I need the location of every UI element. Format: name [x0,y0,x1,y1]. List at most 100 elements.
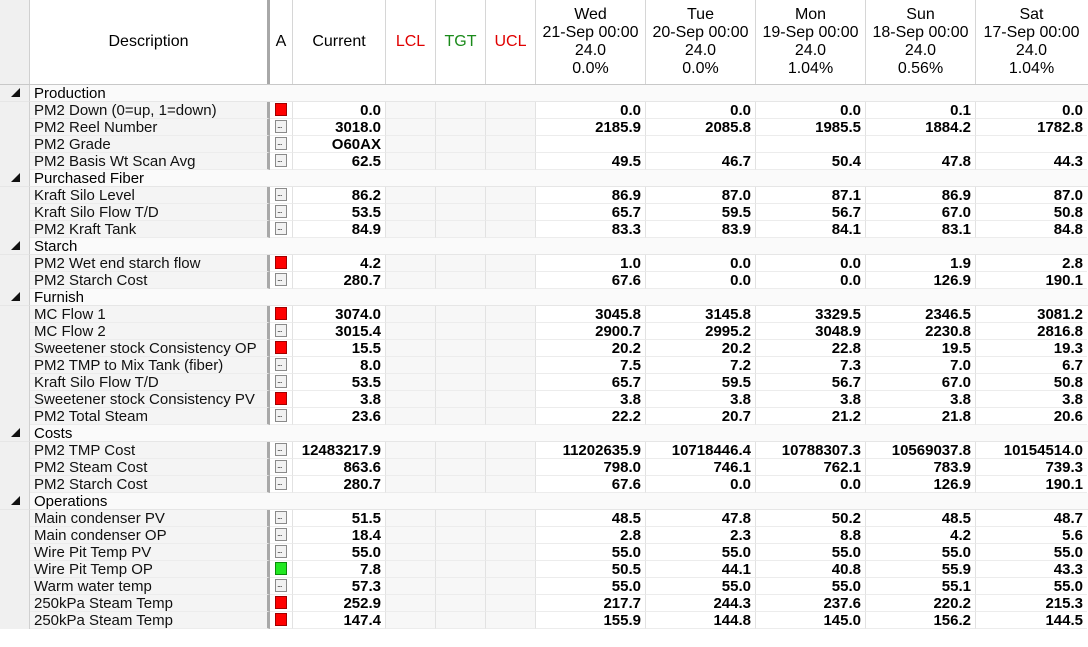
cell-day-1[interactable]: 50.5 [536,561,646,578]
table-row[interactable]: Sweetener stock Consistency PV 3.8 3.8 3.8 3… [0,391,1088,408]
cell-day-1[interactable]: 2185.9 [536,119,646,136]
cell-lcl[interactable] [386,323,436,340]
details-button[interactable] [275,272,287,287]
cell-day-5[interactable]: 10154514.0 [976,442,1087,459]
cell-description[interactable]: PM2 Total Steam [30,408,270,425]
cell-description[interactable]: 250kPa Steam Temp [30,612,270,629]
cell-lcl[interactable] [386,578,436,595]
cell-day-4[interactable]: 220.2 [866,595,976,612]
column-header-day-2[interactable]: Tue 20-Sep 00:00 24.0 0.0% [646,0,756,84]
cell-day-2[interactable]: 55.0 [646,544,756,561]
details-button[interactable] [275,136,287,151]
details-button[interactable] [275,323,287,338]
cell-lcl[interactable] [386,510,436,527]
column-header-alarm[interactable]: A [270,0,293,84]
cell-description[interactable]: Kraft Silo Flow T/D [30,204,270,221]
cell-day-1[interactable]: 1.0 [536,255,646,272]
cell-lcl[interactable] [386,255,436,272]
cell-day-4[interactable]: 67.0 [866,204,976,221]
cell-ucl[interactable] [486,153,536,170]
table-row[interactable]: PM2 Total Steam 23.6 22.220.721.221.820.6 [0,408,1088,425]
details-button[interactable] [275,374,287,389]
cell-day-5[interactable]: 43.3 [976,561,1087,578]
details-button[interactable] [275,357,287,372]
cell-tgt[interactable] [436,306,486,323]
cell-day-4[interactable]: 156.2 [866,612,976,629]
cell-tgt[interactable] [436,391,486,408]
cell-tgt[interactable] [436,187,486,204]
column-header-day-4[interactable]: Sun 18-Sep 00:00 24.0 0.56% [866,0,976,84]
cell-description[interactable]: PM2 Basis Wt Scan Avg [30,153,270,170]
cell-day-5[interactable]: 2.8 [976,255,1087,272]
cell-day-4[interactable]: 4.2 [866,527,976,544]
table-row[interactable]: Wire Pit Temp PV55.055.055.055.055.055.0 [0,544,1088,561]
cell-day-5[interactable]: 5.6 [976,527,1087,544]
table-row[interactable]: MC Flow 1 3074.0 3045.8 3145.8 3329.5 2346.5 3… [0,306,1088,323]
cell-tgt[interactable] [436,102,486,119]
cell-day-4[interactable]: 126.9 [866,272,976,289]
cell-current[interactable]: 3015.4 [293,323,386,340]
cell-ucl[interactable] [486,119,536,136]
group-row[interactable]: Operations [0,493,1088,510]
cell-tgt[interactable] [436,136,486,153]
cell-current[interactable]: 3018.0 [293,119,386,136]
cell-lcl[interactable] [386,340,436,357]
cell-day-3[interactable]: 237.6 [756,595,866,612]
cell-current[interactable]: 57.3 [293,578,386,595]
cell-day-3[interactable]: 55.0 [756,544,866,561]
cell-description[interactable]: Wire Pit Temp PV [30,544,270,561]
cell-day-2[interactable]: 0.0 [646,102,756,119]
cell-tgt[interactable] [436,119,486,136]
cell-lcl[interactable] [386,544,436,561]
cell-tgt[interactable] [436,459,486,476]
column-header-day-3[interactable]: Mon 19-Sep 00:00 24.0 1.04% [756,0,866,84]
table-row[interactable]: Kraft Silo Flow T/D 53.5 65.759.556.767.05… [0,204,1088,221]
cell-lcl[interactable] [386,153,436,170]
cell-current[interactable]: 147.4 [293,612,386,629]
cell-ucl[interactable] [486,459,536,476]
group-row[interactable]: Production [0,85,1088,102]
cell-tgt[interactable] [436,221,486,238]
cell-description[interactable]: Main condenser PV [30,510,270,527]
cell-current[interactable]: 0.0 [293,102,386,119]
column-header-current[interactable]: Current [293,0,386,84]
cell-current[interactable]: O60AX [293,136,386,153]
cell-lcl[interactable] [386,119,436,136]
cell-day-2[interactable]: 0.0 [646,476,756,493]
cell-description[interactable]: PM2 Starch Cost [30,272,270,289]
cell-day-5[interactable]: 3081.2 [976,306,1087,323]
cell-lcl[interactable] [386,136,436,153]
cell-day-4[interactable]: 10569037.8 [866,442,976,459]
cell-current[interactable]: 8.0 [293,357,386,374]
cell-day-4[interactable]: 783.9 [866,459,976,476]
cell-lcl[interactable] [386,374,436,391]
cell-description[interactable]: PM2 Wet end starch flow [30,255,270,272]
table-row[interactable]: PM2 TMP to Mix Tank (fiber) 8.0 7.57.27.37… [0,357,1088,374]
cell-day-1[interactable]: 48.5 [536,510,646,527]
table-row[interactable]: PM2 Down (0=up, 1=down) 0.0 0.0 0.0 0.0 0.1 0.… [0,102,1088,119]
cell-day-2[interactable]: 2.3 [646,527,756,544]
cell-lcl[interactable] [386,527,436,544]
cell-ucl[interactable] [486,391,536,408]
table-row[interactable]: Kraft Silo Flow T/D 53.5 65.759.556.767.05… [0,374,1088,391]
cell-day-3[interactable]: 21.2 [756,408,866,425]
cell-description[interactable]: PM2 Reel Number [30,119,270,136]
table-row[interactable]: Main condenser OP 18.4 2.82.38.84.25.6 [0,527,1088,544]
cell-day-3[interactable]: 22.8 [756,340,866,357]
cell-tgt[interactable] [436,357,486,374]
collapse-triangle-icon[interactable] [11,428,20,437]
cell-lcl[interactable] [386,459,436,476]
cell-ucl[interactable] [486,578,536,595]
cell-day-3[interactable]: 55.0 [756,578,866,595]
collapse-triangle-icon[interactable] [11,241,20,250]
cell-day-2[interactable]: 3.8 [646,391,756,408]
table-row[interactable]: Kraft Silo Level86.286.987.087.186.987.0 [0,187,1088,204]
details-button[interactable] [275,442,287,457]
cell-day-1[interactable]: 217.7 [536,595,646,612]
cell-current[interactable]: 53.5 [293,374,386,391]
cell-ucl[interactable] [486,323,536,340]
cell-day-1[interactable]: 49.5 [536,153,646,170]
group-row[interactable]: Purchased Fiber [0,170,1088,187]
cell-day-2[interactable]: 59.5 [646,374,756,391]
cell-description[interactable]: PM2 Grade [30,136,270,153]
